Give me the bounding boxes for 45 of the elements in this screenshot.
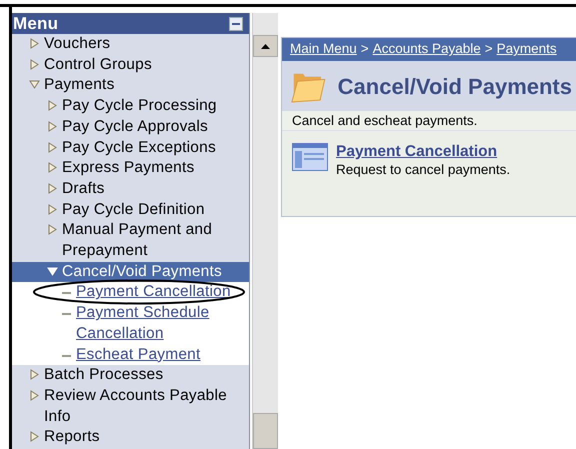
menu-item[interactable]: Vouchers bbox=[12, 34, 249, 55]
scroll-thumb[interactable] bbox=[253, 413, 278, 449]
collapsed-arrow-icon[interactable] bbox=[29, 38, 40, 49]
collapse-button[interactable] bbox=[229, 16, 243, 30]
menu-item[interactable]: Pay Cycle Approvals bbox=[12, 116, 249, 138]
menu-item[interactable]: Batch Processes bbox=[12, 365, 249, 386]
menu-item[interactable]: Payments bbox=[12, 75, 249, 96]
breadcrumb-link[interactable]: Accounts Payable bbox=[372, 39, 481, 60]
collapsed-arrow-icon[interactable] bbox=[47, 182, 58, 194]
collapsed-arrow-icon[interactable] bbox=[47, 162, 58, 174]
menu-item[interactable]: Drafts bbox=[12, 178, 249, 200]
menu-item[interactable]: Reports bbox=[12, 427, 249, 448]
entry-link[interactable]: Payment Cancellation bbox=[336, 143, 510, 161]
breadcrumb-separator: > bbox=[484, 40, 493, 58]
dash-icon bbox=[62, 292, 71, 294]
breadcrumb-link[interactable]: Payments bbox=[496, 39, 557, 60]
menu-title: Menu bbox=[13, 12, 58, 35]
menu-item[interactable]: Pay Cycle Exceptions bbox=[12, 138, 249, 158]
page-title: Cancel/Void Payments bbox=[338, 72, 572, 101]
window-icon bbox=[292, 143, 328, 171]
menu-item[interactable]: Cancel/Void Payments bbox=[12, 262, 249, 282]
collapsed-arrow-icon[interactable] bbox=[47, 204, 58, 215]
collapsed-arrow-icon[interactable] bbox=[29, 369, 40, 380]
menu-item[interactable]: Control Groups bbox=[12, 54, 249, 76]
menu-item[interactable]: Pay Cycle Processing bbox=[12, 96, 249, 117]
dash-icon bbox=[62, 313, 71, 316]
collapsed-arrow-icon[interactable] bbox=[47, 142, 58, 153]
menu-item[interactable]: Review Accounts Payable Info bbox=[12, 386, 249, 428]
menu-item[interactable]: Manual Payment and Prepayment bbox=[12, 220, 249, 262]
collapsed-arrow-icon[interactable] bbox=[47, 100, 58, 112]
scroll-up-button[interactable] bbox=[253, 35, 278, 57]
collapsed-arrow-icon[interactable] bbox=[29, 58, 40, 70]
menu-item[interactable]: Express Payments bbox=[12, 158, 249, 179]
collapsed-arrow-icon[interactable] bbox=[29, 390, 40, 401]
collapsed-arrow-icon[interactable] bbox=[29, 431, 40, 442]
scrollbar[interactable] bbox=[252, 13, 278, 449]
collapsed-arrow-icon[interactable] bbox=[47, 224, 58, 236]
collapsed-arrow-icon[interactable] bbox=[47, 120, 58, 132]
expanded-arrow-icon[interactable] bbox=[29, 79, 40, 90]
entry-description: Request to cancel payments. bbox=[336, 161, 510, 179]
menu-item[interactable]: Pay Cycle Definition bbox=[12, 200, 249, 220]
up-arrow-icon bbox=[261, 44, 270, 48]
dash-icon bbox=[62, 354, 71, 357]
breadcrumb-separator: > bbox=[360, 40, 369, 58]
breadcrumb-link[interactable]: Main Menu bbox=[290, 39, 357, 60]
